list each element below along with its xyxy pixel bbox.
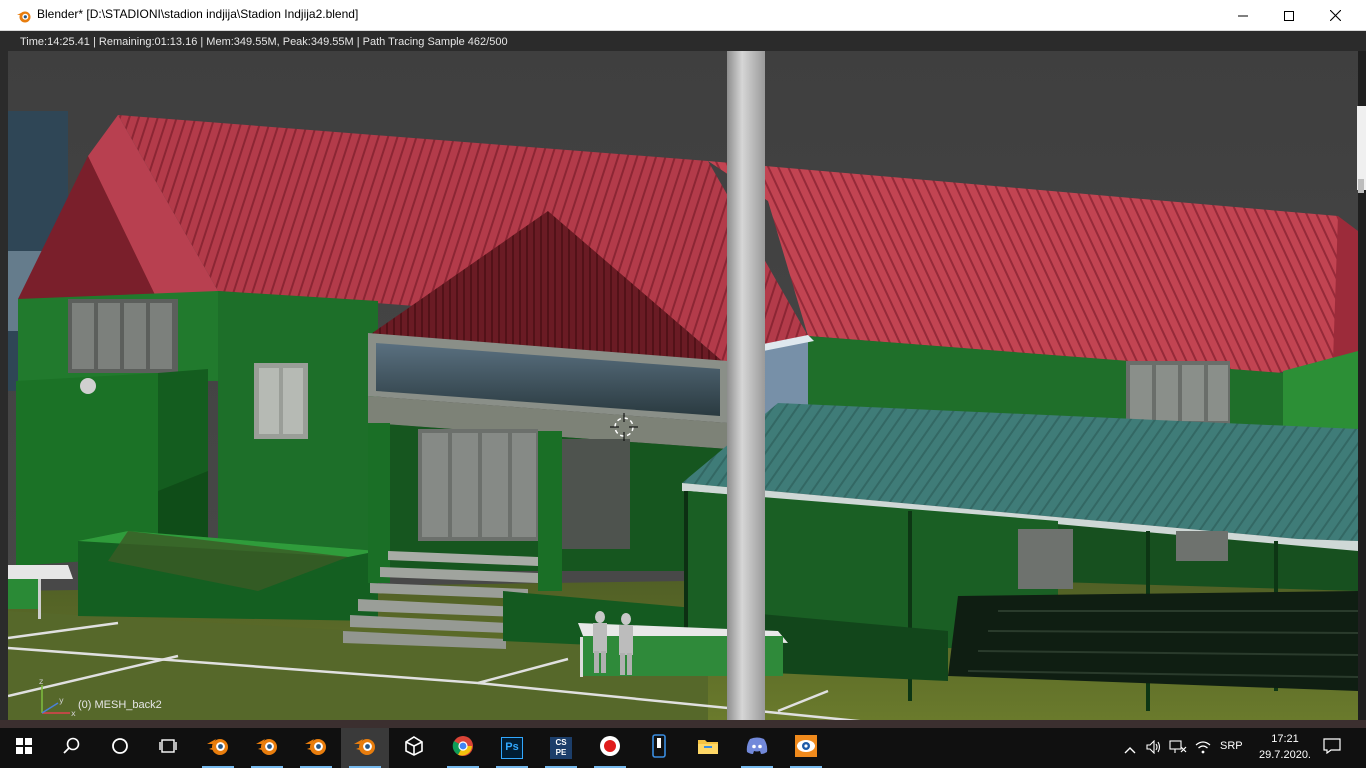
axis-gizmo-icon[interactable]: z x y <box>38 679 78 719</box>
cortana-icon <box>111 737 129 759</box>
sidebar-tab-strip[interactable] <box>1357 106 1366 190</box>
notification-icon <box>1323 738 1341 758</box>
network-wired-button[interactable] <box>1168 738 1188 758</box>
window-title: Blender* [D:\STADIONI\stadion indjija\St… <box>37 7 359 21</box>
render-stats: Time:14:25.41 | Remaining:01:13.16 | Mem… <box>20 36 508 48</box>
taskbar-blender-alt[interactable] <box>782 728 830 768</box>
taskbar-blender-3[interactable] <box>292 728 340 768</box>
record-icon <box>599 735 621 761</box>
windows-taskbar: Ps CS PE SRP 17:21 29.7.2020. <box>0 728 1366 768</box>
tray-overflow-button[interactable] <box>1120 738 1140 758</box>
blender-icon <box>353 735 377 761</box>
3d-viewport[interactable]: z x y <box>8 51 1358 720</box>
notifications-button[interactable] <box>1322 738 1342 758</box>
taskbar-unity[interactable] <box>390 728 438 768</box>
minimize-icon <box>1238 6 1248 25</box>
clock[interactable]: 17:21 29.7.2020. <box>1254 731 1316 763</box>
taskbar-blender-2[interactable] <box>243 728 291 768</box>
blender-orange-icon <box>794 734 818 762</box>
taskbar-blender-4[interactable] <box>341 728 389 768</box>
taskbar-blender-1[interactable] <box>194 728 242 768</box>
photoshop-icon: Ps <box>501 737 523 759</box>
axis-label-z: z <box>39 679 43 686</box>
active-object-label: (0) MESH_back2 <box>78 699 162 711</box>
axis-label-y: y <box>59 696 64 705</box>
window-title-bar[interactable]: Blender* [D:\STADIONI\stadion indjija\St… <box>0 0 1366 31</box>
rendered-stadium-scene <box>8 51 1358 720</box>
taskbar-discord[interactable] <box>733 728 781 768</box>
maximize-button[interactable] <box>1266 0 1312 31</box>
blender-icon <box>16 8 32 24</box>
taskbar-file-explorer[interactable] <box>684 728 732 768</box>
scroll-handle[interactable] <box>1358 179 1364 193</box>
search-icon <box>63 737 81 759</box>
taskbar-photoshop[interactable]: Ps <box>488 728 536 768</box>
task-view-icon <box>159 737 177 759</box>
unity-icon <box>404 736 424 760</box>
taskbar-cspe[interactable]: CS PE <box>537 728 585 768</box>
chrome-icon <box>452 735 474 761</box>
cortana-button[interactable] <box>96 728 144 768</box>
cspe-icon: CS PE <box>550 737 572 759</box>
windows-start-icon <box>16 738 32 758</box>
discord-icon <box>746 737 768 759</box>
clock-date: 29.7.2020. <box>1259 749 1311 761</box>
taskbar-zipper[interactable] <box>635 728 683 768</box>
blender-icon <box>206 735 230 761</box>
search-button[interactable] <box>48 728 96 768</box>
maximize-icon <box>1284 6 1294 25</box>
axis-label-x: x <box>71 709 76 718</box>
taskbar-recorder[interactable] <box>586 728 634 768</box>
network-disconnected-icon <box>1169 739 1187 758</box>
minimize-button[interactable] <box>1220 0 1266 31</box>
blender-icon <box>255 735 279 761</box>
clock-time: 17:21 <box>1271 733 1299 745</box>
start-button[interactable] <box>0 728 48 768</box>
blender-icon <box>304 735 328 761</box>
zipper-icon <box>651 734 667 762</box>
close-button[interactable] <box>1312 0 1358 31</box>
volume-button[interactable] <box>1144 738 1164 758</box>
background-window-strip <box>0 720 1366 728</box>
wifi-icon <box>1195 739 1211 758</box>
blender-window: Time:14:25.41 | Remaining:01:13.16 | Mem… <box>0 31 1366 728</box>
task-view-button[interactable] <box>144 728 192 768</box>
volume-icon <box>1146 739 1162 758</box>
chevron-up-icon <box>1124 739 1136 758</box>
close-icon <box>1329 6 1341 25</box>
folder-icon <box>697 737 719 759</box>
input-language[interactable]: SRP <box>1220 740 1243 752</box>
wifi-button[interactable] <box>1193 738 1213 758</box>
taskbar-chrome[interactable] <box>439 728 487 768</box>
